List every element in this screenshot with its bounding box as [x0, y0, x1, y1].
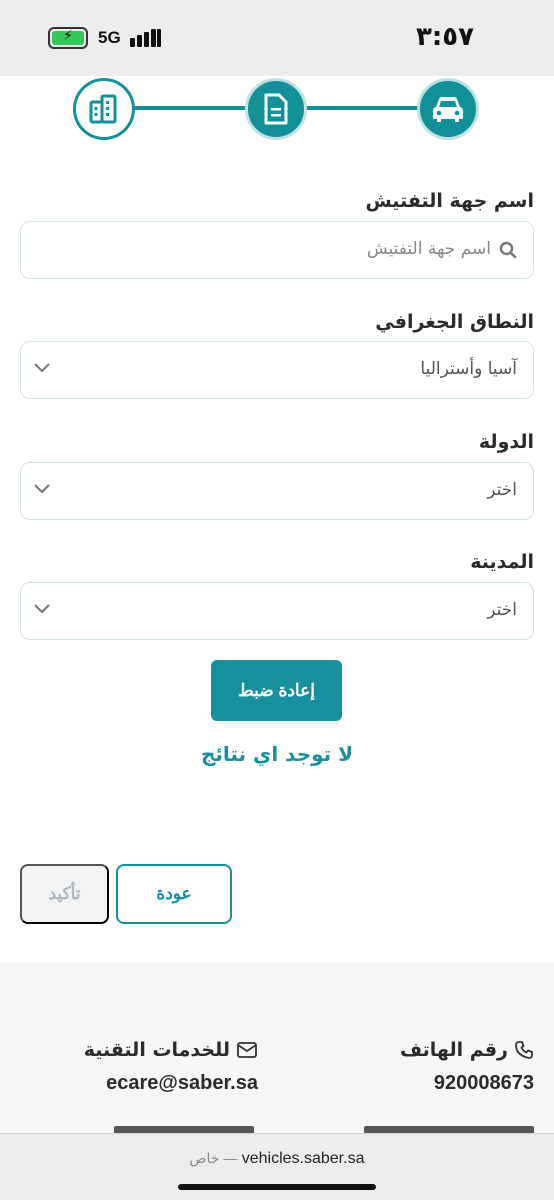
city-select[interactable]: اختر	[20, 582, 534, 640]
city-select-value: اختر	[487, 600, 517, 620]
footer: رقم الهاتف 920008673 للخدمات التقنية eca…	[0, 963, 554, 1134]
step-connector	[134, 106, 250, 110]
reset-button[interactable]: إعادة ضبط	[211, 660, 342, 721]
inspection-search-placeholder: اسم جهة التفتيش	[366, 239, 491, 259]
region-select-value: آسيا وأستراليا	[420, 359, 517, 379]
chevron-down-icon	[34, 484, 50, 494]
inspection-label: اسم جهة التفتيش	[365, 190, 534, 212]
inspection-search-field[interactable]: اسم جهة التفتيش	[20, 221, 534, 279]
signal-icon	[130, 29, 162, 47]
phone-title: رقم الهاتف	[400, 1039, 534, 1061]
phone-icon	[515, 1041, 533, 1059]
country-label: الدولة	[478, 431, 534, 453]
private-label: خاص —	[189, 1150, 238, 1166]
progress-stepper	[0, 76, 554, 146]
status-time: ٣:٥٧	[415, 22, 474, 52]
envelope-icon	[237, 1042, 257, 1058]
search-icon	[499, 241, 517, 259]
status-bar: ⚡ 5G ٣:٥٧	[0, 0, 554, 76]
phone-title-text: رقم الهاتف	[400, 1039, 508, 1061]
step-document[interactable]	[245, 78, 307, 140]
car-icon	[433, 97, 463, 122]
tech-title-text: للخدمات التقنية	[83, 1039, 230, 1061]
network-label: 5G	[98, 28, 121, 47]
tech-email[interactable]: ecare@saber.sa	[106, 1072, 258, 1095]
city-label: المدينة	[470, 551, 534, 573]
step-car[interactable]	[417, 78, 479, 140]
step-building[interactable]	[73, 78, 135, 140]
browser-url-bar[interactable]: خاص — vehicles.saber.sa	[0, 1133, 554, 1200]
phone-value[interactable]: 920008673	[434, 1072, 534, 1095]
building-icon	[89, 94, 117, 124]
chevron-down-icon	[34, 363, 50, 373]
url-text: vehicles.saber.sa	[241, 1150, 365, 1167]
region-label: النطاق الجغرافي	[375, 311, 534, 333]
country-select-value: اختر	[487, 480, 517, 500]
chevron-down-icon	[34, 604, 50, 614]
no-results-message: لا توجد اي نتائج	[200, 742, 354, 766]
tech-title: للخدمات التقنية	[84, 1039, 258, 1061]
home-indicator[interactable]	[178, 1184, 376, 1190]
back-button[interactable]: عودة	[116, 864, 232, 924]
document-icon	[264, 93, 288, 125]
step-connector	[306, 106, 422, 110]
confirm-button[interactable]: تأكيد	[20, 864, 109, 924]
country-select[interactable]: اختر	[20, 462, 534, 520]
battery-icon: ⚡	[48, 27, 88, 49]
region-select[interactable]: آسيا وأستراليا	[20, 341, 534, 399]
url-display[interactable]: خاص — vehicles.saber.sa	[0, 1150, 554, 1168]
